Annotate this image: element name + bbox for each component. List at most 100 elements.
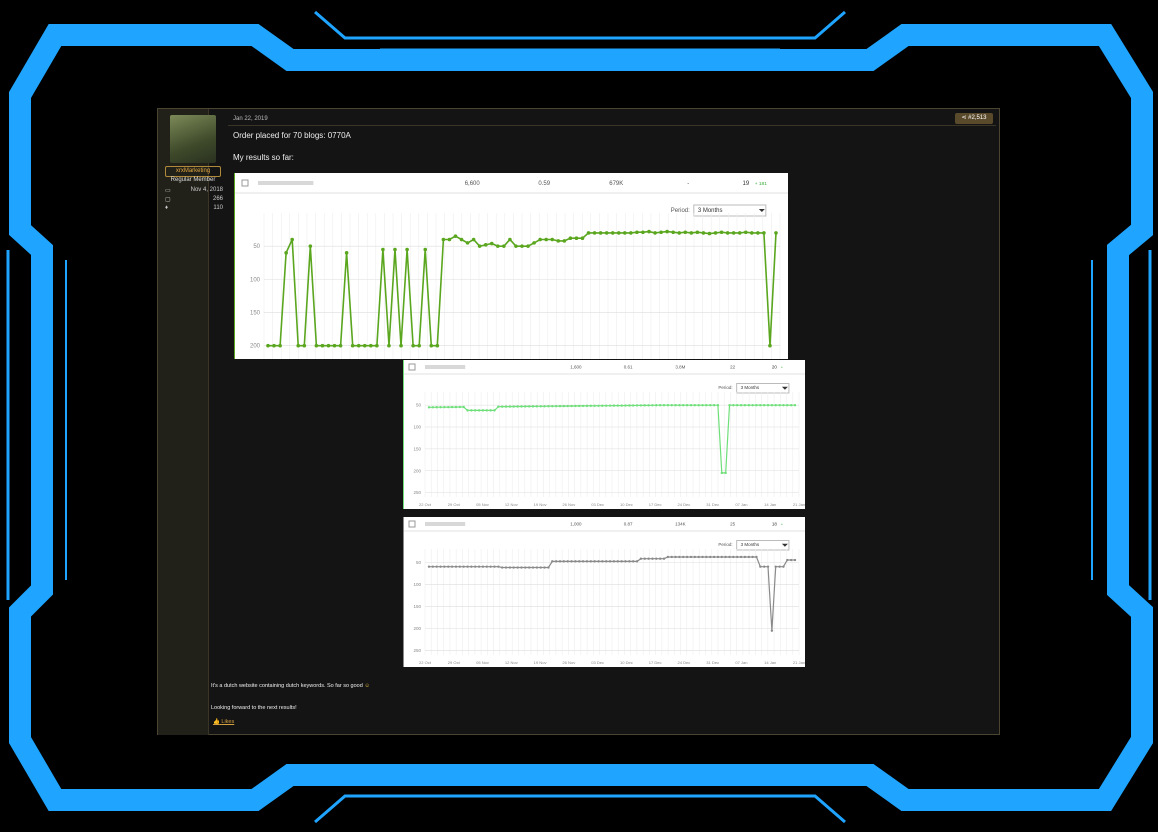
rank-point — [671, 230, 675, 235]
rank-point — [526, 244, 530, 248]
rank-point — [647, 229, 651, 234]
rank-point — [689, 404, 693, 407]
rank-point — [443, 565, 446, 568]
row-value-v1: 6,600 — [465, 181, 481, 187]
rank-point — [774, 231, 778, 235]
rank-point — [786, 558, 789, 562]
rank-point — [474, 565, 477, 568]
rank-point — [554, 560, 558, 563]
rank-point — [793, 404, 797, 407]
rank-point — [651, 557, 654, 560]
rank-point — [631, 404, 635, 407]
rank-point — [554, 404, 558, 408]
rank-point — [653, 231, 657, 235]
likes-link[interactable]: 👍 Likes — [213, 719, 234, 725]
x-tick-label: 24 Dec — [678, 502, 691, 507]
user-avatar[interactable] — [170, 115, 216, 163]
rank-point — [581, 404, 585, 408]
rank-point — [670, 404, 673, 407]
rank-point — [716, 555, 720, 559]
rank-point — [628, 560, 631, 563]
rank-point — [512, 566, 515, 569]
rank-point — [693, 555, 697, 559]
rank-point — [562, 239, 567, 243]
rank-point — [387, 343, 391, 348]
rank-point — [539, 405, 542, 408]
x-tick-label: 03 Dec — [591, 660, 604, 665]
row-value-v1: 1,000 — [570, 522, 582, 527]
rank-point — [658, 557, 662, 560]
rank-point — [543, 405, 546, 408]
rank-point — [435, 406, 438, 409]
rank-point — [739, 404, 743, 407]
rank-point — [497, 565, 500, 568]
rank-point — [739, 555, 743, 559]
post-text-line: Looking forward to the next results! — [211, 705, 297, 711]
rank-point — [471, 237, 476, 242]
rank-point — [659, 230, 663, 235]
rank-point — [558, 560, 562, 563]
post-date[interactable]: Jan 22, 2019 — [233, 116, 268, 122]
rank-point — [701, 404, 704, 407]
rank-point — [728, 555, 731, 559]
rank-point — [558, 404, 562, 408]
rank-point — [302, 343, 307, 348]
rank-point — [290, 237, 294, 242]
post-text-line: Order placed for 70 blogs: 0770A — [233, 131, 351, 140]
rank-point — [580, 236, 585, 241]
y-tick-label: 250 — [413, 490, 421, 495]
rank-point — [774, 565, 777, 568]
rank-point — [755, 404, 758, 407]
username-badge[interactable]: xrxMarketing — [165, 166, 221, 177]
x-tick-label: 31 Dec — [706, 660, 719, 665]
rank-point — [574, 404, 577, 408]
rank-point — [362, 343, 367, 348]
rank-point — [755, 555, 758, 559]
rank-point — [662, 557, 666, 560]
x-tick-label: 22 Oct — [419, 660, 432, 665]
y-tick-label: 200 — [413, 626, 421, 631]
rank-point — [635, 230, 639, 235]
y-tick-label: 50 — [253, 244, 260, 250]
rank-point — [556, 239, 561, 243]
rank-point — [497, 405, 500, 408]
rank-point — [720, 555, 723, 559]
rank-point — [628, 404, 631, 407]
rank-point — [535, 405, 539, 408]
rank-point — [601, 404, 604, 407]
rank-point — [462, 565, 465, 568]
x-tick-label: 10 Dec — [620, 660, 633, 665]
rank-point — [439, 406, 442, 409]
rank-point — [778, 404, 781, 407]
rank-point — [551, 560, 554, 563]
post-text-line: It's a dutch website containing dutch ke… — [211, 683, 370, 689]
rank-point — [466, 409, 469, 412]
row-delta: + — [781, 366, 783, 370]
period-value: 3 Months — [741, 542, 760, 547]
rank-point — [601, 560, 604, 563]
rank-point — [504, 566, 508, 569]
rank-point — [620, 404, 623, 407]
rank-point — [793, 558, 797, 562]
rank-point — [272, 343, 276, 348]
user-sidebar-extension — [158, 359, 209, 735]
rank-point — [709, 555, 712, 559]
rank-point — [435, 565, 438, 568]
rank-point — [570, 404, 573, 408]
x-tick-label: 07 Jan — [735, 502, 747, 507]
rank-point — [716, 404, 720, 407]
rank-point — [623, 231, 627, 235]
rank-point — [743, 404, 747, 407]
rank-point — [750, 231, 754, 235]
post-text-line: My results so far: — [233, 153, 294, 162]
x-tick-label: 05 Nov — [476, 502, 490, 507]
rank-chart-screenshot-2: 1,600 0.61 3.8M 22 20 + Period: 3 Months 50 100 15… — [403, 360, 805, 509]
rank-point — [604, 231, 609, 235]
rank-point — [332, 343, 337, 348]
rank-point — [586, 231, 591, 235]
x-tick-label: 24 Dec — [678, 660, 691, 665]
blurred-keyword — [258, 181, 314, 185]
post-number-button[interactable]: ⋖ #2,513 — [955, 113, 993, 124]
rank-point — [544, 237, 548, 242]
rank-point — [477, 244, 482, 248]
